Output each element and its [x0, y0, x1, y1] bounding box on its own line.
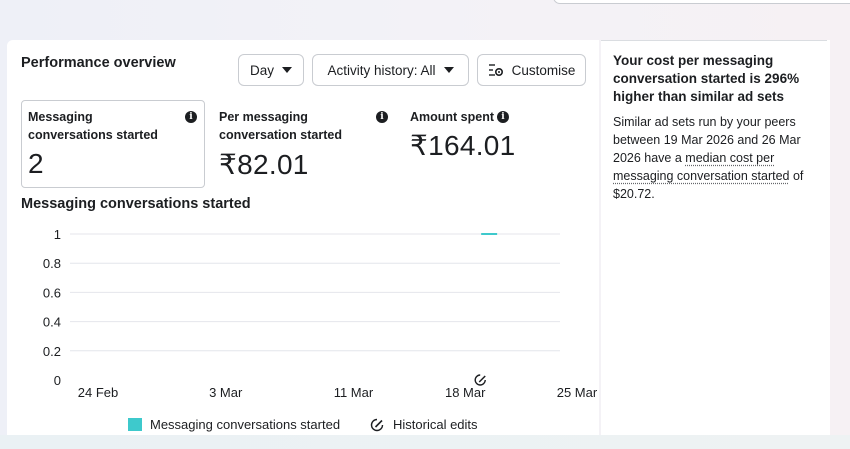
x-tick-label: 3 Mar — [209, 385, 243, 400]
y-tick-label: 0 — [54, 373, 61, 388]
x-tick-label: 11 Mar — [334, 385, 374, 400]
y-tick-label: 0.2 — [43, 344, 61, 359]
bottom-strip — [0, 435, 850, 449]
legend-swatch — [128, 418, 142, 431]
y-tick-label: 0.6 — [43, 285, 61, 300]
insight-body: Similar ad sets run by your peers betwee… — [613, 113, 823, 203]
x-tick-label: 25 Mar — [557, 385, 598, 400]
y-tick-label: 1 — [54, 227, 61, 242]
side-panel-divider — [601, 40, 827, 41]
legend-item-historical-edits[interactable]: Historical edits — [370, 417, 478, 432]
legend-item-conversations[interactable]: Messaging conversations started — [128, 417, 340, 432]
x-tick-label: 18 Mar — [445, 385, 486, 400]
historical-edit-icon — [370, 418, 384, 431]
historical-edit-marker-icon[interactable] — [474, 374, 486, 386]
legend-label: Messaging conversations started — [150, 417, 341, 432]
y-tick-label: 0.8 — [43, 256, 61, 271]
y-tick-label: 0.4 — [43, 315, 61, 330]
messaging-conversations-chart: 0 0.2 0.4 0.6 0.8 1 24 Feb 3 Mar 11 Mar 18 Mar 25 … — [43, 227, 598, 400]
insight-heading: Your cost per messaging conversation sta… — [613, 53, 800, 104]
legend-label: Historical edits — [393, 417, 478, 432]
x-tick-label: 24 Feb — [78, 385, 118, 400]
